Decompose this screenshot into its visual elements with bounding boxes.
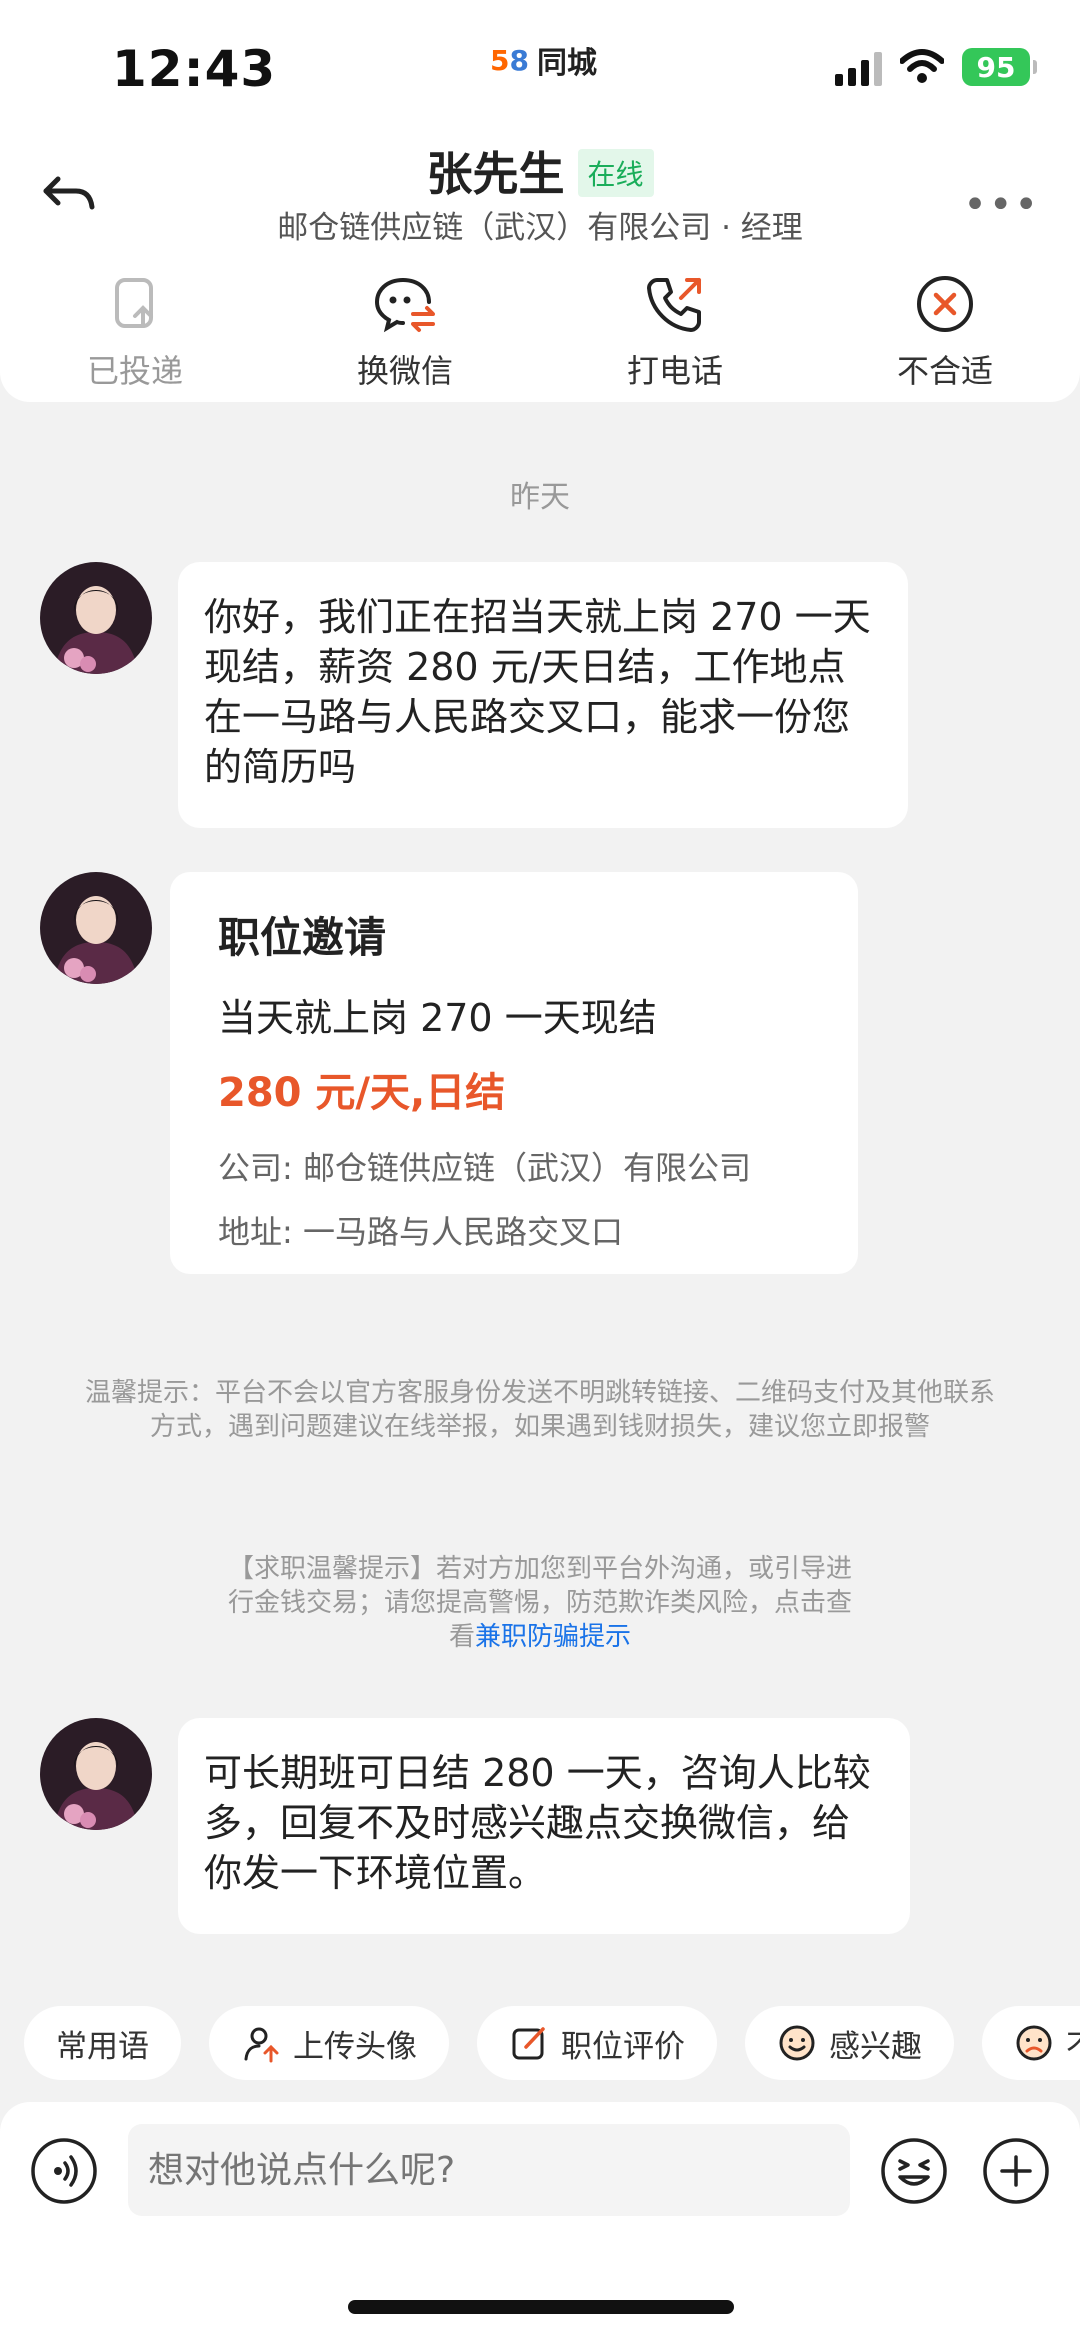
avatar[interactable] — [40, 562, 152, 674]
chip-not-suitable[interactable]: 不 — [982, 2006, 1080, 2080]
card-company: 公司: 邮仓链供应链（武汉）有限公司 — [218, 1149, 751, 1187]
carrier-name: 同城 — [536, 46, 597, 81]
action-label: 已投递 — [86, 352, 183, 390]
safety-tip: 温馨提示：平台不会以官方客服身份发送不明跳转链接、二维码支付及其他联系方式，遇到… — [84, 1378, 995, 1442]
action-wechat[interactable]: 换微信 — [270, 252, 540, 402]
chip-interested[interactable]: 感兴趣 — [745, 2006, 954, 2080]
chip-label: 职位评价 — [561, 2028, 685, 2065]
date-divider: 昨天 — [510, 480, 570, 515]
home-indicator — [348, 2300, 734, 2314]
emoji-icon[interactable] — [880, 2137, 948, 2205]
reject-icon — [917, 276, 973, 332]
wechat-exchange-icon — [374, 278, 435, 333]
chat-header: 张先生 在线 邮仓链供应链（武汉）有限公司 · 经理 ••• — [0, 130, 1080, 253]
status-time: 12:43 — [112, 40, 277, 98]
action-reject[interactable]: 不合适 — [810, 252, 1080, 402]
action-label: 换微信 — [356, 352, 453, 390]
contact-subtitle: 邮仓链供应链（武汉）有限公司 · 经理 — [277, 210, 803, 246]
chip-common-phrases[interactable]: 常用语 — [24, 2006, 181, 2080]
chip-label: 感兴趣 — [829, 2028, 922, 2065]
action-label: 不合适 — [896, 352, 993, 390]
plus-icon[interactable] — [982, 2137, 1050, 2205]
battery-icon: 95 — [962, 48, 1037, 86]
carrier-logo: 58 — [490, 43, 529, 77]
contact-name: 张先生 — [426, 147, 565, 201]
avatar[interactable] — [40, 872, 152, 984]
edit-review-icon — [512, 2027, 545, 2060]
message-input[interactable] — [128, 2124, 850, 2216]
smile-icon — [779, 2025, 815, 2061]
signal-icon — [835, 48, 882, 86]
status-icons: 95 — [835, 48, 1037, 86]
card-job-title: 当天就上岗 270 一天现结 — [218, 996, 657, 1040]
action-call[interactable]: 打电话 — [540, 252, 810, 402]
job-invitation-card[interactable]: 职位邀请 当天就上岗 270 一天现结 280 元/天,日结 公司: 邮仓链供应… — [170, 872, 858, 1274]
card-address: 地址: 一马路与人民路交叉口 — [218, 1213, 623, 1251]
wifi-icon — [900, 49, 944, 83]
card-salary: 280 元/天,日结 — [218, 1070, 506, 1116]
delivered-icon — [115, 278, 153, 328]
sad-icon — [1016, 2025, 1052, 2061]
chip-upload-avatar[interactable]: 上传头像 — [209, 2006, 449, 2080]
action-bar: 已投递 换微信 打电话 不合适 — [0, 252, 1080, 402]
chip-label: 上传头像 — [293, 2028, 417, 2065]
action-label: 打电话 — [626, 352, 723, 390]
status-bar: 12:43 58 同城 95 — [0, 0, 1080, 130]
chip-label: 不 — [1066, 2021, 1080, 2066]
quick-reply-chips: 常用语 上传头像 职位评价 感兴趣 不 — [24, 2006, 1080, 2080]
more-icon[interactable]: ••• — [963, 182, 1040, 228]
message-bubble: 可长期班可日结 280 一天，咨询人比较多，回复不及时感兴趣点交换微信，给你发一… — [178, 1718, 910, 1934]
avatar[interactable] — [40, 1718, 152, 1830]
carrier: 58 同城 — [490, 38, 597, 82]
upload-avatar-icon — [244, 2027, 279, 2063]
action-delivered[interactable]: 已投递 — [0, 252, 270, 402]
chip-label: 常用语 — [56, 2028, 149, 2065]
message-bubble: 你好，我们正在招当天就上岗 270 一天现结，薪资 280 元/天日结，工作地点… — [178, 562, 908, 828]
online-badge: 在线 — [577, 149, 654, 197]
chip-job-review[interactable]: 职位评价 — [477, 2006, 717, 2080]
job-safety-tip: 【求职温馨提示】若对方加您到平台外沟通，或引导进行金钱交易；请您提高警惕，防范欺… — [220, 1552, 860, 1654]
phone-call-icon — [647, 278, 701, 332]
anti-fraud-link[interactable]: 兼职防骗提示 — [475, 1622, 631, 1652]
card-title: 职位邀请 — [218, 913, 387, 962]
voice-icon[interactable] — [30, 2137, 98, 2205]
title-row: 张先生 在线 — [0, 138, 1080, 204]
